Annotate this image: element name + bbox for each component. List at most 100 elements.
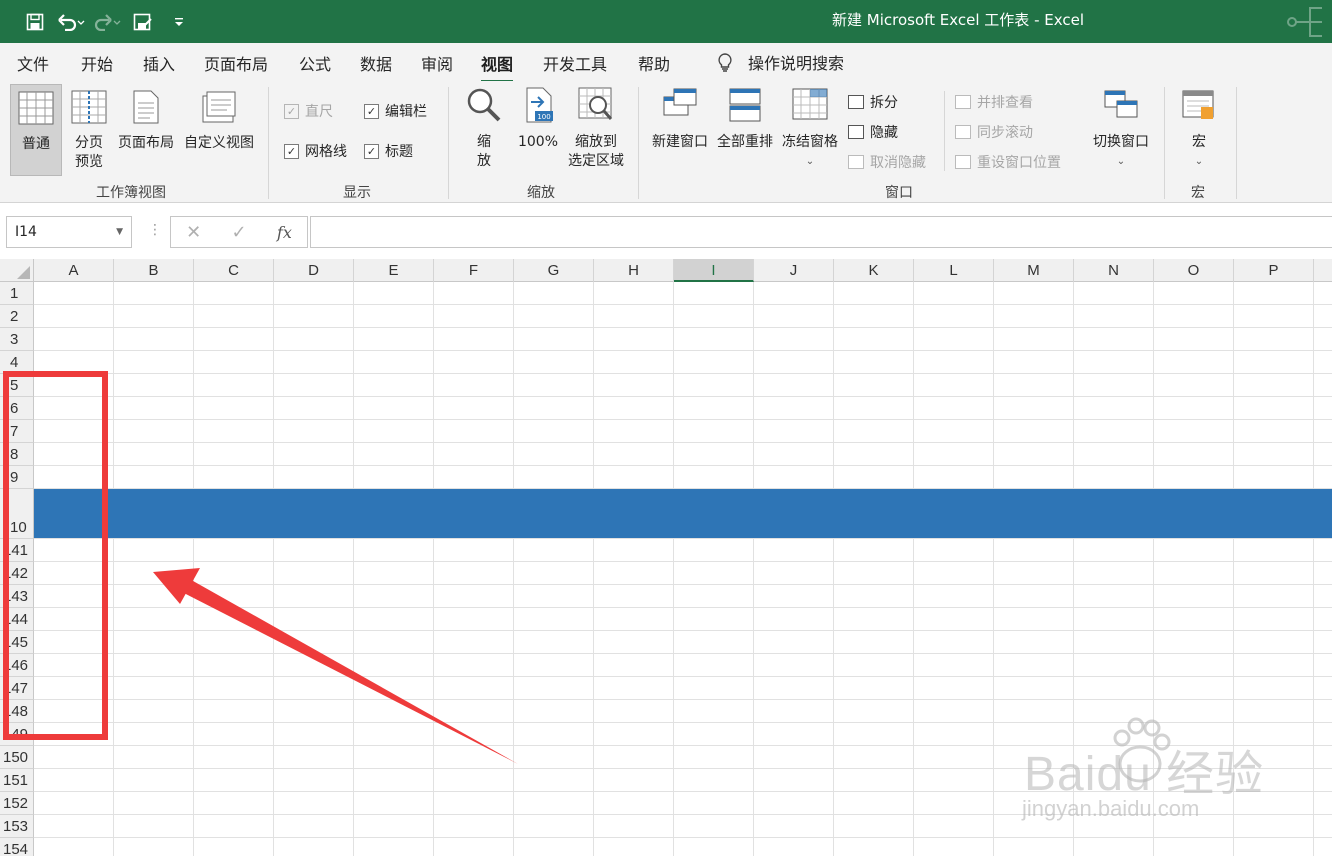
column-header-c[interactable]: C	[194, 259, 274, 282]
row-header-145[interactable]: 145	[0, 631, 34, 654]
row-header-147[interactable]: 147	[0, 677, 34, 700]
column-header-a[interactable]: A	[34, 259, 114, 282]
column-header-i[interactable]: I	[674, 259, 754, 282]
tab-page-layout[interactable]: 页面布局	[204, 51, 268, 75]
row-header-151[interactable]: 151	[0, 769, 34, 792]
row-header-1[interactable]: 1	[0, 282, 34, 305]
zoom-100-button[interactable]: 100 100%	[514, 87, 562, 177]
column-header-g[interactable]: G	[514, 259, 594, 282]
row-header-142[interactable]: 142	[0, 562, 34, 585]
tab-file[interactable]: 文件	[17, 51, 49, 75]
page-layout-view-button[interactable]: 页面布局	[114, 84, 178, 176]
zoom-button[interactable]: 缩 放	[462, 87, 506, 177]
formula-bar-label: 编辑栏	[385, 104, 427, 120]
row-header-3[interactable]: 3	[0, 328, 34, 351]
column-header-m[interactable]: M	[994, 259, 1074, 282]
zoom-100-label: 100%	[517, 134, 559, 150]
save-form-icon[interactable]	[126, 8, 160, 36]
row-header-8[interactable]: 8	[0, 443, 34, 466]
row-header-146[interactable]: 146	[0, 654, 34, 677]
macros-button[interactable]: 宏 ⌄	[1176, 87, 1222, 177]
column-header-l[interactable]: L	[914, 259, 994, 282]
dropdown-arrow-icon[interactable]: ▼	[116, 227, 123, 237]
custom-views-button[interactable]: 自定义视图	[180, 84, 258, 176]
column-header-b[interactable]: B	[114, 259, 194, 282]
new-window-button[interactable]: 新建窗口	[648, 87, 712, 177]
row-header-148[interactable]: 148	[0, 700, 34, 723]
split-button[interactable]: 拆分	[848, 92, 898, 112]
switch-windows-label: 切换窗口	[1093, 134, 1149, 150]
headings-checkbox[interactable]: ✓ 标题	[364, 141, 413, 161]
highlighted-row-fill[interactable]	[34, 489, 1332, 539]
cancel-icon[interactable]: ✕	[186, 222, 201, 243]
formula-bar-checkbox[interactable]: ✓ 编辑栏	[364, 101, 427, 121]
select-all-corner[interactable]	[0, 259, 34, 282]
column-header-p[interactable]: P	[1234, 259, 1314, 282]
column-header-o[interactable]: O	[1154, 259, 1234, 282]
column-header-k[interactable]: K	[834, 259, 914, 282]
column-header-f[interactable]: F	[434, 259, 514, 282]
tab-insert[interactable]: 插入	[143, 51, 175, 75]
row-header-5[interactable]: 5	[0, 374, 34, 397]
customize-icon[interactable]	[162, 8, 196, 36]
tab-help[interactable]: 帮助	[638, 51, 670, 75]
enter-icon[interactable]: ✓	[232, 222, 247, 243]
reset-window-position-button[interactable]: 重设窗口位置	[955, 152, 1061, 172]
tab-formulas[interactable]: 公式	[299, 51, 331, 75]
unhide-button[interactable]: 取消隐藏	[848, 152, 926, 172]
row-header-7[interactable]: 7	[0, 420, 34, 443]
hide-button[interactable]: 隐藏	[848, 122, 898, 142]
tab-developer[interactable]: 开发工具	[543, 51, 607, 75]
view-side-by-side-button[interactable]: 并排查看	[955, 92, 1033, 112]
row-header-144[interactable]: 144	[0, 608, 34, 631]
gridlines-checkbox[interactable]: ✓ 网格线	[284, 141, 347, 161]
row-header-152[interactable]: 152	[0, 792, 34, 815]
column-header-j[interactable]: J	[754, 259, 834, 282]
undo-icon[interactable]	[54, 8, 88, 36]
tell-me-search[interactable]: 操作说明搜索	[716, 50, 844, 74]
row-header-154[interactable]: 154	[0, 838, 34, 856]
row-header-10[interactable]: 10	[0, 489, 34, 539]
row-header-153[interactable]: 153	[0, 815, 34, 838]
ribbon-separator	[638, 87, 639, 199]
switch-windows-button[interactable]: 切换窗口 ⌄	[1088, 87, 1154, 177]
freeze-panes-icon	[792, 88, 828, 120]
splitter-handle-icon[interactable]: ⋮	[148, 222, 162, 238]
tab-home[interactable]: 开始	[81, 51, 113, 75]
row-header-4[interactable]: 4	[0, 351, 34, 374]
row-gridline	[34, 630, 1332, 631]
row-header-149[interactable]: 149	[0, 723, 34, 746]
row-gridline	[34, 304, 1332, 305]
row-header-141[interactable]: 141	[0, 539, 34, 562]
zoom-to-selection-button[interactable]: 缩放到 选定区域	[563, 87, 629, 177]
column-header-n[interactable]: N	[1074, 259, 1154, 282]
row-header-143[interactable]: 143	[0, 585, 34, 608]
insert-function-icon[interactable]: fx	[277, 223, 292, 242]
tab-view[interactable]: 视图	[481, 51, 514, 83]
synchronous-scrolling-button[interactable]: 同步滚动	[955, 122, 1033, 142]
row-header-2[interactable]: 2	[0, 305, 34, 328]
row-header-150[interactable]: 150	[0, 746, 34, 769]
page-break-preview-button[interactable]: 分页 预览	[66, 84, 112, 176]
column-header-bar: ABCDEFGHIJKLMNOP	[0, 259, 1332, 282]
column-header-h[interactable]: H	[594, 259, 674, 282]
freeze-panes-button[interactable]: 冻结窗格 ⌄	[778, 87, 842, 177]
column-header-d[interactable]: D	[274, 259, 354, 282]
tab-review[interactable]: 审阅	[421, 51, 453, 75]
save-icon[interactable]	[18, 8, 52, 36]
normal-view-button[interactable]: 普通	[10, 84, 62, 176]
ruler-checkbox[interactable]: ✓ 直尺	[284, 101, 333, 121]
formula-input[interactable]	[310, 216, 1332, 248]
arrange-all-button[interactable]: 全部重排	[714, 87, 776, 177]
row-header-9[interactable]: 9	[0, 466, 34, 489]
column-header-e[interactable]: E	[354, 259, 434, 282]
row-header-6[interactable]: 6	[0, 397, 34, 420]
column-gridline	[353, 282, 354, 856]
redo-icon[interactable]	[90, 8, 124, 36]
row-gridline	[34, 699, 1332, 700]
column-gridline	[833, 282, 834, 856]
name-box[interactable]: I14 ▼	[6, 216, 132, 248]
tab-data[interactable]: 数据	[360, 51, 392, 75]
zoom-label-2: 放	[477, 153, 491, 169]
column-gridline	[193, 282, 194, 856]
